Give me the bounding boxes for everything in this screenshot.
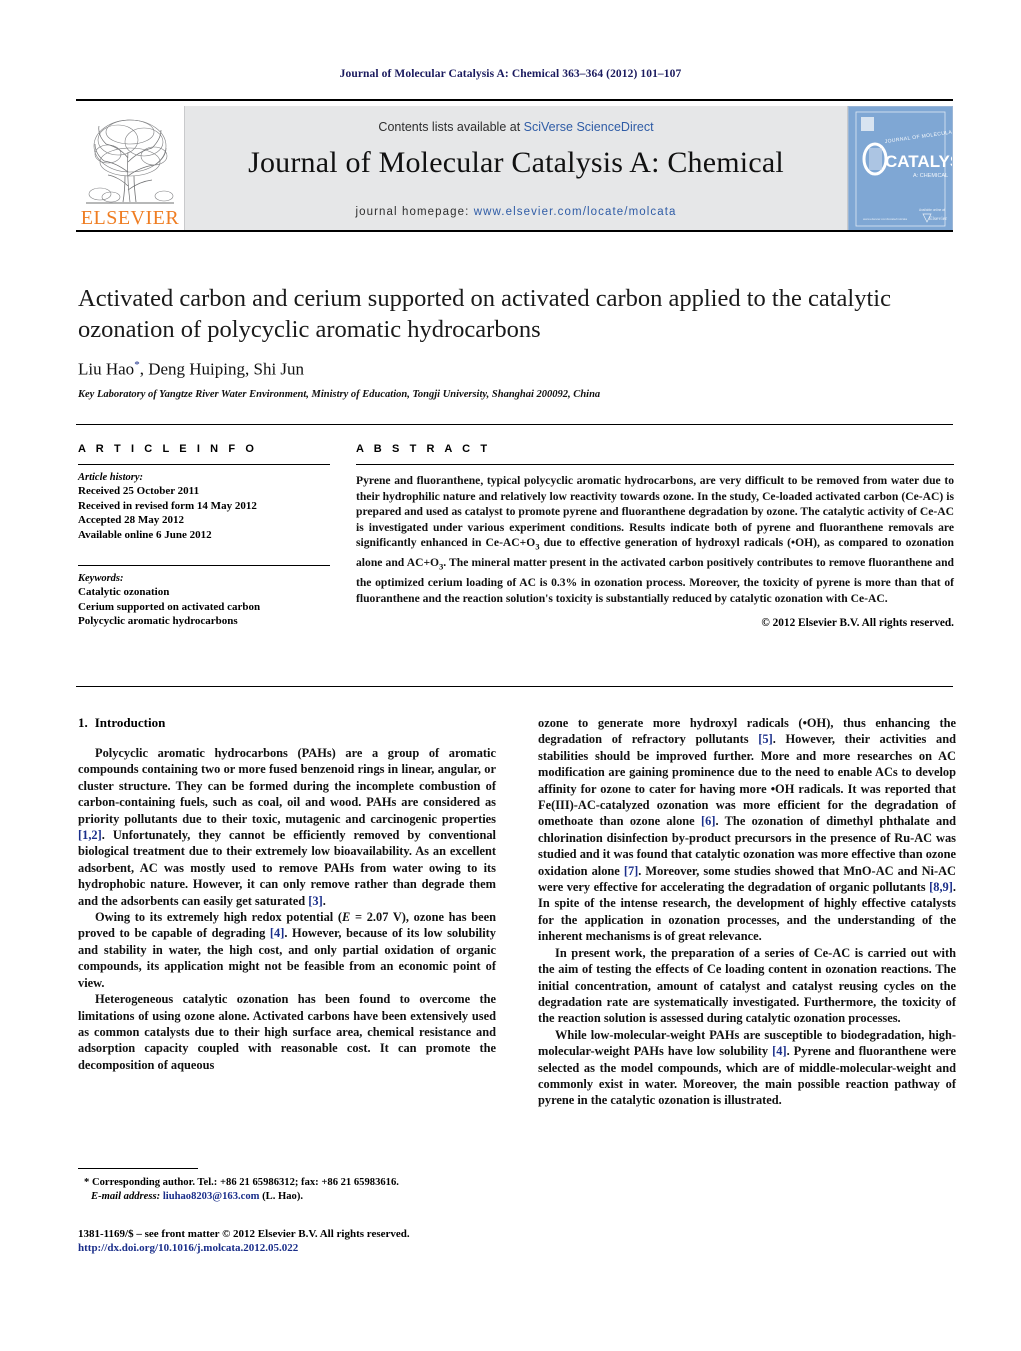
footnote-rule	[78, 1168, 198, 1169]
section-title: Introduction	[94, 715, 166, 730]
journal-title: Journal of Molecular Catalysis A: Chemic…	[248, 146, 784, 179]
authors-remaining: , Deng Huiping, Shi Jun	[139, 359, 305, 379]
footnote-email-line: E-mail address: liuhao8203@163.com (L. H…	[78, 1190, 496, 1204]
abstract-part-4: . The mineral matter present in the acti…	[356, 556, 954, 605]
article-info-block: A R T I C L E I N F O Article history: R…	[78, 443, 330, 629]
svg-text:CATALYSIS: CATALYSIS	[885, 152, 952, 171]
left-column: 1. Introduction Polycyclic aromatic hydro…	[78, 715, 496, 1073]
running-head: Journal of Molecular Catalysis A: Chemic…	[339, 68, 682, 80]
page-title: Activated carbon and cerium supported on…	[78, 285, 891, 343]
email-owner: (L. Hao).	[259, 1191, 304, 1202]
article-info-heading: A R T I C L E I N F O	[78, 443, 258, 455]
citation-ref[interactable]: [1,2]	[78, 828, 102, 842]
paragraph: In present work, the preparation of a se…	[538, 945, 956, 1027]
journal-masthead: ELSEVIER Contents lists available at Sci…	[76, 99, 953, 232]
abstract-part-2: due to effective generation of hydroxyl …	[539, 536, 792, 550]
citation-ref[interactable]: [4]	[270, 926, 284, 940]
history-received: Received 25 October 2011	[78, 485, 200, 497]
paragraph: Heterogeneous catalytic ozonation has be…	[78, 991, 496, 1073]
history-available-online: Available online 6 June 2012	[78, 528, 212, 541]
page-footer: 1381-1169/$ – see front matter © 2012 El…	[78, 1228, 678, 1254]
svg-text:Available online at: Available online at	[919, 208, 945, 212]
section-number: 1.	[78, 715, 88, 730]
citation-ref[interactable]: [8,9]	[929, 880, 953, 894]
elsevier-logo: ELSEVIER	[78, 106, 182, 230]
issn-copyright-line: 1381-1169/$ – see front matter © 2012 El…	[78, 1228, 410, 1240]
paragraph-text: Polycyclic aromatic hydrocarbons (PAHs) …	[78, 746, 496, 826]
paragraph-text: Heterogeneous catalytic ozonation has be…	[78, 992, 496, 1072]
author-list: Liu Hao*, Deng Huiping, Shi Jun	[78, 359, 956, 380]
svg-text:www.elsevier.com/locate/molcat: www.elsevier.com/locate/molcata	[863, 217, 907, 221]
journal-homepage-line: journal homepage: www.elsevier.com/locat…	[185, 206, 847, 218]
abstract-text: Pyrene and fluoranthene, typical polycyc…	[356, 473, 954, 606]
hydroxyl-radical-symbol: •OH	[802, 716, 827, 730]
paragraph: While low-molecular-weight PAHs are susc…	[538, 1027, 956, 1109]
right-column: ozone to generate more hydroxyl radicals…	[538, 715, 956, 1109]
paragraph: Owing to its extremely high redox potent…	[78, 909, 496, 991]
journal-band: Contents lists available at SciVerse Sci…	[184, 106, 848, 230]
journal-cover-thumbnail[interactable]: JOURNAL OF MOLECULAR CATALYSIS A: CHEMIC…	[848, 106, 953, 232]
info-abstract-top-rule	[76, 424, 953, 425]
hydroxyl-radical-symbol: •OH	[770, 781, 795, 796]
email-link[interactable]: liuhao8203@163.com	[163, 1191, 260, 1202]
citation-ref[interactable]: [5]	[758, 732, 772, 746]
abstract-heading: A B S T R A C T	[356, 443, 491, 455]
history-accepted: Accepted 28 May 2012	[78, 514, 185, 526]
paragraph: Polycyclic aromatic hydrocarbons (PAHs) …	[78, 745, 496, 909]
article-page: Journal of Molecular Catalysis A: Chemic…	[0, 0, 1021, 1351]
paragraph-text: ozone to generate more hydroxyl radicals…	[538, 716, 803, 730]
info-abstract-bottom-rule	[76, 686, 953, 687]
hydroxyl-radical-symbol: •OH	[791, 536, 814, 550]
keyword-item: Polycyclic aromatic hydrocarbons	[78, 615, 238, 627]
homepage-url-link[interactable]: www.elsevier.com/locate/molcata	[474, 206, 677, 218]
svg-text:ELSEVIER: ELSEVIER	[81, 207, 180, 229]
citation-ref[interactable]: [4]	[772, 1044, 786, 1058]
abstract-copyright: © 2012 Elsevier B.V. All rights reserved…	[761, 617, 954, 630]
keywords-rule	[78, 565, 330, 566]
homepage-prefix: journal homepage:	[355, 206, 474, 218]
affiliation: Key Laboratory of Yangtze River Water En…	[78, 388, 601, 400]
citation-ref[interactable]: [7]	[624, 864, 638, 878]
author-first: Liu Hao	[78, 359, 135, 379]
paragraph-text: .	[322, 893, 326, 908]
keywords-label: Keywords:	[78, 573, 124, 584]
doi-link[interactable]: http://dx.doi.org/10.1016/j.molcata.2012…	[78, 1242, 678, 1254]
email-label: E-mail address:	[91, 1191, 161, 1202]
corresponding-author-footnote: * Corresponding author. Tel.: +86 21 659…	[78, 1168, 496, 1204]
masthead-bottom-rule	[76, 230, 953, 232]
paragraph-text: . Unfortunately, they cannot be efficien…	[78, 828, 496, 908]
keyword-item: Cerium supported on activated carbon	[78, 600, 261, 613]
keyword-item: Catalytic ozonation	[78, 586, 170, 598]
article-info-rule	[78, 464, 330, 465]
citation-ref[interactable]: [6]	[701, 814, 715, 828]
paragraph: ozone to generate more hydroxyl radicals…	[538, 715, 956, 945]
section-heading-introduction: 1. Introduction	[78, 715, 496, 731]
article-history-label: Article history:	[78, 472, 144, 483]
sciencedirect-link[interactable]: SciVerse ScienceDirect	[524, 120, 654, 134]
svg-text:Elsevier: Elsevier	[929, 216, 947, 222]
title-block: Activated carbon and cerium supported on…	[78, 283, 956, 400]
contents-available-line: Contents lists available at SciVerse Sci…	[185, 120, 847, 134]
footnote-contact-text: Corresponding author. Tel.: +86 21 65986…	[89, 1177, 399, 1188]
footnote-contact-line: * Corresponding author. Tel.: +86 21 659…	[78, 1176, 496, 1190]
paragraph-text: Owing to its extremely high redox potent…	[95, 910, 343, 925]
contents-prefix: Contents lists available at	[378, 120, 524, 134]
paragraph-text: In present work, the preparation of a se…	[538, 945, 956, 1026]
citation-ref[interactable]: [3]	[308, 894, 322, 908]
svg-text:A: CHEMICAL: A: CHEMICAL	[913, 173, 948, 179]
history-revised: Received in revised form 14 May 2012	[78, 499, 257, 512]
abstract-block: A B S T R A C T Pyrene and fluoranthene,…	[356, 443, 954, 629]
abstract-rule	[356, 464, 954, 465]
